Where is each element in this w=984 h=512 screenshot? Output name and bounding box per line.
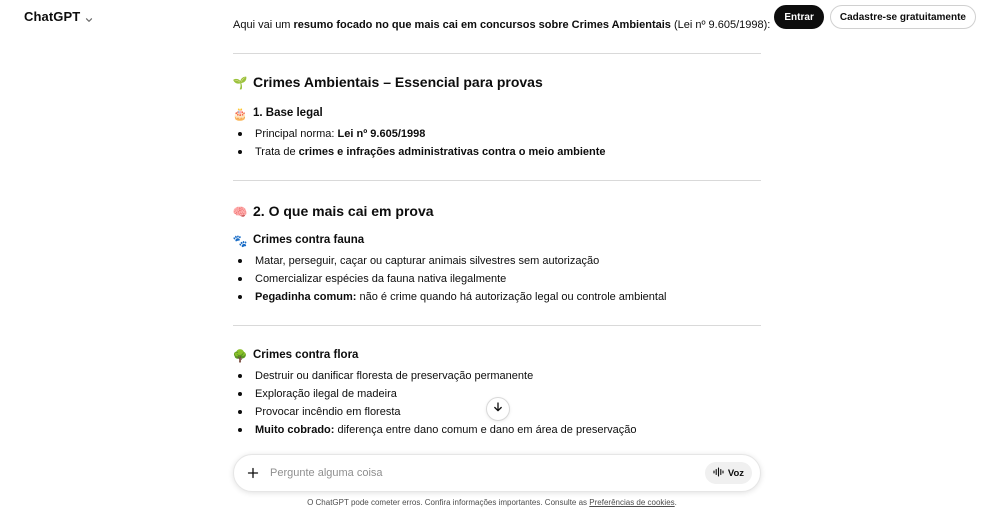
heading-text: 2. O que mais cai em prova — [253, 203, 434, 219]
auth-actions: Entrar Cadastre-se gratuitamente — [774, 5, 976, 29]
disclaimer: O ChatGPT pode cometer erros. Confira in… — [0, 498, 984, 507]
list-item: Exploração ilegal de madeira — [233, 385, 637, 403]
item-bold: crimes e infrações administrativas contr… — [298, 146, 606, 158]
heading-fauna: 🐾 Crimes contra fauna — [232, 232, 365, 251]
divider — [233, 325, 761, 326]
item-text: Comercializar espécies da fauna nativa i… — [255, 273, 507, 285]
model-selector[interactable]: ChatGPT — [24, 9, 94, 24]
app-title: ChatGPT — [24, 9, 81, 24]
list-item: Muito cobrado: diferença entre dano comu… — [233, 421, 637, 439]
disclaimer-text: O ChatGPT pode cometer erros. Confira in… — [307, 498, 590, 507]
brain-icon: 🧠 — [232, 204, 248, 219]
prompt-composer: Voz — [233, 454, 761, 492]
intro-text-post: (Lei nº 9.605/1998): — [670, 19, 771, 31]
list-item: Matar, perseguir, caçar ou capturar anim… — [233, 252, 667, 270]
item-text-post: não é crime quando há autorização legal … — [356, 291, 667, 303]
scroll-to-bottom-button[interactable] — [486, 397, 510, 421]
chevron-down-icon — [84, 12, 94, 22]
divider — [233, 53, 761, 54]
list-item: Destruir ou danificar floresta de preser… — [233, 367, 637, 385]
prompt-input[interactable] — [270, 467, 705, 479]
fauna-list: Matar, perseguir, caçar ou capturar anim… — [233, 252, 667, 306]
intro-text-bold: resumo focado no que mais cai em concurs… — [293, 19, 671, 31]
waveform-icon — [713, 466, 724, 480]
heading-text: Crimes contra flora — [253, 349, 359, 362]
item-text: Matar, perseguir, caçar ou capturar anim… — [255, 255, 600, 267]
item-bold: Muito cobrado: — [255, 424, 335, 436]
seedling-icon: 🌱 — [232, 75, 248, 90]
arrow-down-icon — [492, 400, 504, 418]
list-item: Trata de crimes e infrações administrati… — [233, 143, 606, 161]
heading-flora: 🌳 Crimes contra flora — [232, 347, 359, 366]
disclaimer-end: . — [674, 498, 677, 507]
section-title-text: Crimes Ambientais – Essencial para prova… — [253, 74, 543, 90]
list-item: Comercializar espécies da fauna nativa i… — [233, 270, 667, 288]
intro-text-pre: Aqui vai um — [233, 19, 294, 31]
item-text: Principal norma: — [255, 128, 338, 140]
divider — [233, 180, 761, 181]
list-item: Principal norma: Lei nº 9.605/1998 — [233, 125, 606, 143]
paw-icon: 🐾 — [232, 234, 248, 248]
item-text: Provocar incêndio em floresta — [255, 406, 401, 418]
plus-icon[interactable] — [246, 466, 260, 480]
signup-button[interactable]: Cadastre-se gratuitamente — [829, 5, 976, 29]
item-bold: Lei nº 9.605/1998 — [337, 128, 426, 140]
cookie-preferences-link[interactable]: Preferências de cookies — [589, 498, 674, 507]
item-text: Trata de — [255, 146, 299, 158]
heading-base-legal: 🎂 1. Base legal — [233, 105, 323, 124]
list-item: Provocar incêndio em floresta — [233, 403, 637, 421]
cake-icon: 🎂 — [232, 107, 248, 121]
section-heading-prova: 🧠 2. O que mais cai em prova — [233, 201, 434, 223]
login-button[interactable]: Entrar — [774, 5, 824, 29]
base-legal-list: Principal norma: Lei nº 9.605/1998 Trata… — [233, 125, 606, 161]
flora-list: Destruir ou danificar floresta de preser… — [233, 367, 637, 439]
item-text: Destruir ou danificar floresta de preser… — [255, 370, 534, 382]
item-text-post: diferença entre dano comum e dano em áre… — [334, 424, 637, 436]
voice-label: Voz — [727, 467, 744, 479]
message-intro: Aqui vai um resumo focado no que mais ca… — [233, 17, 770, 34]
heading-text: 1. Base legal — [253, 107, 323, 120]
item-bold: Pegadinha comum: — [255, 291, 357, 303]
voice-button[interactable]: Voz — [704, 462, 752, 484]
tree-icon: 🌳 — [232, 349, 248, 363]
heading-text: Crimes contra fauna — [253, 234, 365, 247]
item-text: Exploração ilegal de madeira — [255, 388, 397, 400]
list-item: Pegadinha comum: não é crime quando há a… — [233, 288, 667, 306]
section-title: 🌱 Crimes Ambientais – Essencial para pro… — [233, 72, 543, 94]
